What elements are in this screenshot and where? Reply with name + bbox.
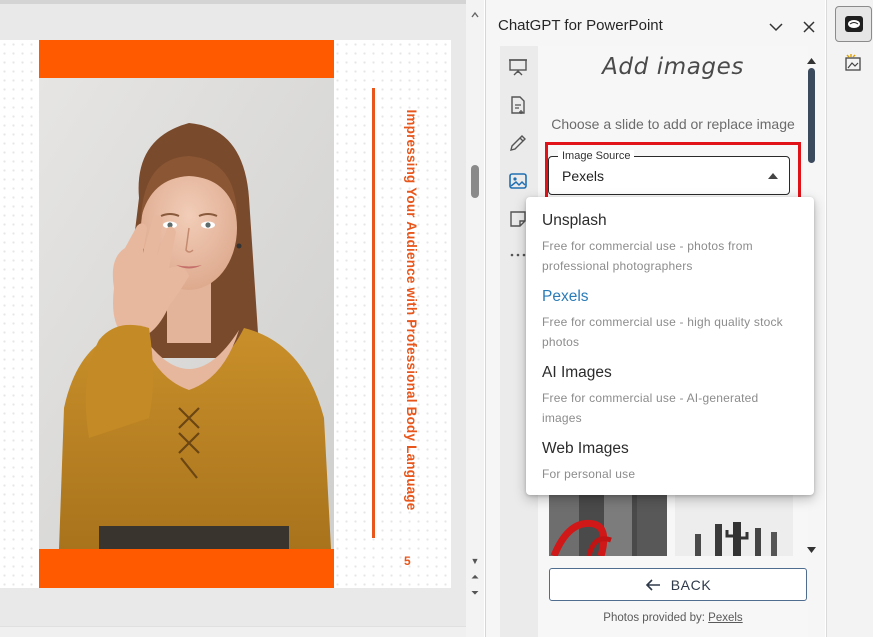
option-description: Free for commercial use - AI-generated i… — [542, 391, 759, 425]
previous-slide-icon[interactable]: ⏶ — [468, 573, 482, 585]
option-ai-images[interactable]: AI Images Free for commercial use - AI-g… — [526, 349, 814, 425]
image-source-label: Image Source — [558, 150, 635, 162]
slide-canvas[interactable]: Impressing Your Audience with Profession… — [0, 40, 451, 588]
slide-number: 5 — [404, 554, 411, 568]
pencil-icon[interactable] — [507, 132, 529, 154]
red-sculpture-thumbnail-image — [549, 494, 667, 556]
slide-editor: Impressing Your Audience with Profession… — [0, 0, 484, 637]
editor-top-border — [0, 0, 484, 4]
editor-vertical-scrollbar[interactable] — [466, 0, 484, 637]
pane-title: ChatGPT for PowerPoint — [498, 17, 663, 34]
pane-scroll-down-icon[interactable] — [806, 541, 817, 553]
image-source-select[interactable]: Image Source Pexels — [548, 150, 790, 195]
pane-scroll-thumb[interactable] — [808, 68, 815, 163]
add-images-heading: Add images — [602, 54, 744, 80]
slide-vertical-title[interactable]: Impressing Your Audience with Profession… — [401, 100, 419, 520]
slide-bottom-orange-band — [39, 549, 334, 588]
choose-slide-subtitle: Choose a slide to add or replace image — [551, 116, 795, 132]
addin-image-icon[interactable] — [843, 53, 863, 73]
editor-scroll-up-icon[interactable] — [471, 6, 479, 18]
image-thumbnail[interactable] — [675, 494, 793, 556]
image-source-dropdown: Unsplash Free for commercial use - photo… — [526, 197, 814, 495]
chatgpt-addin-button[interactable] — [835, 6, 872, 42]
chevron-down-icon[interactable] — [766, 17, 786, 37]
editor-scroll-down-icon[interactable]: ▼ — [470, 556, 480, 566]
presentation-icon[interactable] — [507, 56, 529, 78]
addin-strip — [826, 0, 873, 637]
option-description: For personal use — [542, 467, 636, 481]
option-unsplash[interactable]: Unsplash Free for commercial use - photo… — [526, 197, 814, 273]
option-web-images[interactable]: Web Images For personal use — [526, 425, 814, 499]
arrow-left-icon — [645, 578, 660, 591]
next-slide-icon[interactable]: ⏷ — [468, 589, 482, 601]
option-description: Free for commercial use - photos from pr… — [542, 239, 753, 273]
slide-top-orange-band — [39, 40, 334, 78]
image-icon[interactable] — [507, 170, 529, 192]
caret-up-icon[interactable] — [768, 173, 778, 179]
image-source-value: Pexels — [562, 168, 605, 184]
option-title: Web Images — [542, 440, 629, 457]
add-page-icon[interactable] — [507, 94, 529, 116]
slide-accent-line — [372, 88, 375, 538]
woman-portrait-image — [39, 78, 334, 549]
chat-bubble-icon — [844, 16, 863, 32]
close-icon[interactable] — [799, 17, 819, 37]
pane-scroll-up-icon[interactable] — [806, 52, 817, 64]
credits-prefix: Photos provided by: — [603, 612, 705, 624]
option-description: Free for commercial use - high quality s… — [542, 315, 783, 349]
option-title: Pexels — [542, 288, 589, 305]
photo-credits: Photos provided by: Pexels — [538, 612, 808, 624]
slide-photo[interactable] — [39, 78, 334, 549]
option-title: AI Images — [542, 364, 612, 381]
editor-horizontal-scrollbar[interactable] — [0, 626, 466, 637]
image-thumbnail[interactable] — [549, 494, 667, 556]
option-pexels[interactable]: Pexels Free for commercial use - high qu… — [526, 273, 814, 349]
pexels-link[interactable]: Pexels — [708, 612, 743, 624]
editor-scroll-thumb[interactable] — [471, 165, 479, 198]
back-button[interactable]: BACK — [549, 568, 807, 601]
cactus-thumbnail-image — [675, 494, 793, 556]
back-button-label: BACK — [670, 576, 712, 593]
option-title: Unsplash — [542, 212, 607, 229]
